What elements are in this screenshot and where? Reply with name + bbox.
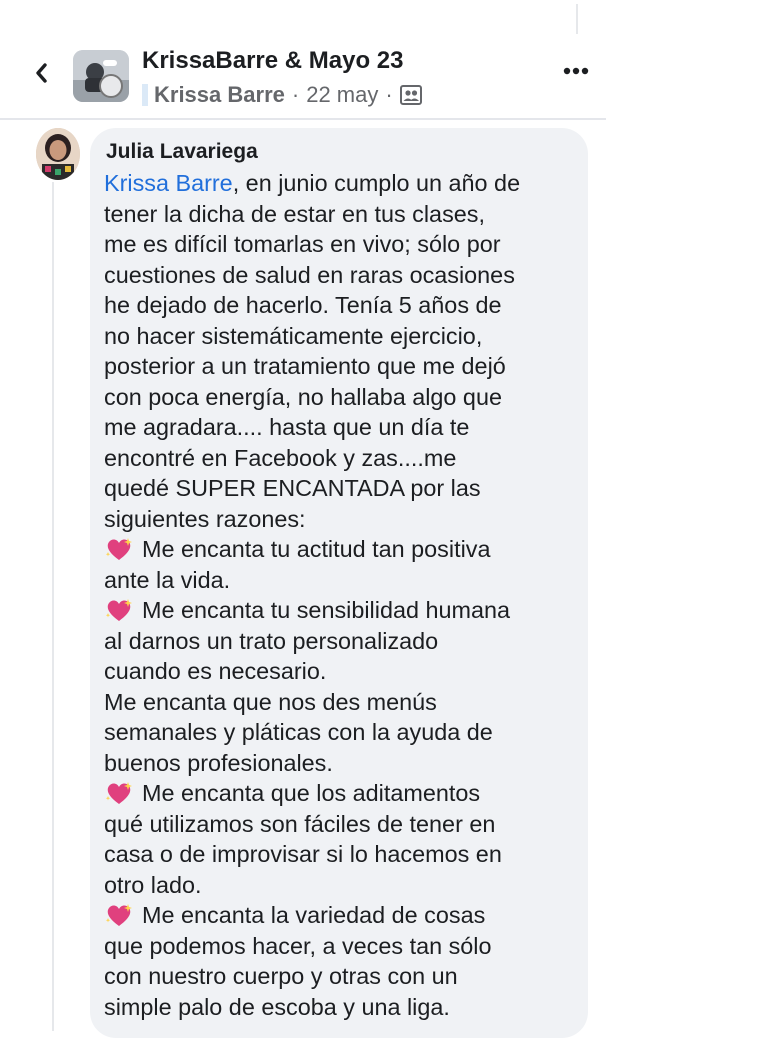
mention-link[interactable]: Krissa Barre bbox=[104, 170, 233, 196]
comment-line: Krissa Barre, en junio cumplo un año de bbox=[104, 170, 521, 196]
comment-line: cuestiones de salud en raras ocasiones bbox=[104, 261, 515, 288]
comment-line: me agradara.... hasta que un día te bbox=[104, 414, 470, 440]
comment-line: me es difícil tomarlas en vivo; sólo por bbox=[104, 231, 501, 257]
comment-line: cuando es necesario. bbox=[104, 658, 327, 684]
group-avatar[interactable] bbox=[73, 50, 129, 102]
sparkling-heart-icon bbox=[105, 599, 132, 621]
group-title[interactable]: KrissaBarre & Mayo 23 bbox=[142, 47, 403, 75]
comment-line: Me encanta que nos des menús bbox=[104, 688, 437, 715]
comment-line: tener la dicha de estar en tus clases, bbox=[104, 200, 485, 227]
comment-line: qué utilizamos son fáciles de tener en bbox=[104, 810, 496, 837]
header-divider bbox=[0, 118, 606, 120]
comment-line: semanales y pláticas con la ayuda de bbox=[104, 719, 493, 745]
post-date[interactable]: 22 may bbox=[306, 82, 378, 108]
comment-line: siguientes razones: bbox=[104, 505, 306, 532]
comment-line: ante la vida. bbox=[104, 566, 231, 593]
thread-line bbox=[52, 182, 54, 1031]
comment-line: he dejado de hacerlo. Tenía 5 años de bbox=[104, 292, 502, 318]
sparkling-heart-icon bbox=[105, 904, 132, 926]
comment-line: simple palo de escoba y una liga. bbox=[104, 993, 450, 1020]
chevron-left-icon[interactable] bbox=[34, 62, 48, 84]
comment-line: que podemos hacer, a veces tan sólo bbox=[104, 932, 492, 959]
comment-line: posterior a un tratamiento que me dejó bbox=[104, 353, 506, 379]
post-meta: Krissa Barre · 22 may · bbox=[142, 81, 422, 109]
sparkling-heart-icon bbox=[105, 538, 132, 560]
more-horizontal-icon[interactable] bbox=[562, 64, 590, 78]
comment-line: no hacer sistemáticamente ejercicio, bbox=[104, 322, 483, 349]
meta-separator-2: · bbox=[385, 82, 393, 107]
comment-line: con poca energía, no hallaba algo que bbox=[104, 383, 502, 410]
meta-separator: · bbox=[291, 82, 300, 107]
comment-body: Krissa Barre, en junio cumplo un año de … bbox=[104, 168, 584, 1022]
members-icon bbox=[399, 85, 422, 105]
commenter-avatar[interactable] bbox=[36, 128, 80, 180]
highlight-marker bbox=[142, 84, 148, 106]
post-author[interactable]: Krissa Barre bbox=[154, 82, 285, 108]
comment-line: Me encanta que los aditamentos bbox=[104, 778, 584, 809]
comment-line: encontré en Facebook y zas....me bbox=[104, 444, 457, 471]
comment-line: al darnos un trato personalizado bbox=[104, 627, 439, 654]
comment-line: buenos profesionales. bbox=[104, 749, 333, 776]
comment-line: casa o de improvisar si lo hacemos en bbox=[104, 841, 502, 867]
comment-line: Me encanta la variedad de cosas bbox=[104, 900, 584, 931]
comment-author[interactable]: Julia Lavariega bbox=[106, 140, 258, 164]
thread-connector-top bbox=[576, 4, 578, 34]
comment-line: Me encanta tu actitud tan positiva bbox=[104, 534, 584, 565]
comment-line: quedé SUPER ENCANTADA por las bbox=[104, 475, 481, 501]
comment-line: con nuestro cuerpo y otras con un bbox=[104, 963, 458, 989]
sparkling-heart-icon bbox=[105, 782, 132, 804]
comment-line: Me encanta tu sensibilidad humana bbox=[104, 595, 584, 626]
comment-line: otro lado. bbox=[104, 871, 202, 898]
post-header: KrissaBarre & Mayo 23 Krissa Barre · 22 … bbox=[0, 40, 606, 120]
comment-bubble: Julia Lavariega Krissa Barre, en junio c… bbox=[90, 128, 588, 1038]
